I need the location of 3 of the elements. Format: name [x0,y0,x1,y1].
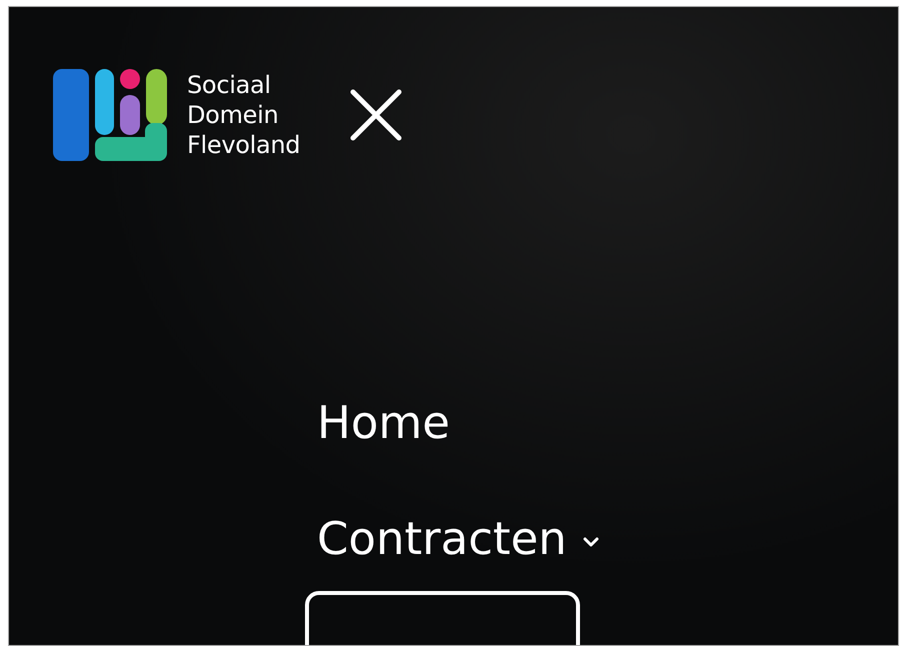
logo-text: Sociaal Domein Flevoland [187,70,300,160]
menu-item[interactable]: Contracten [317,509,567,569]
menu-item[interactable]: Home [317,393,450,453]
